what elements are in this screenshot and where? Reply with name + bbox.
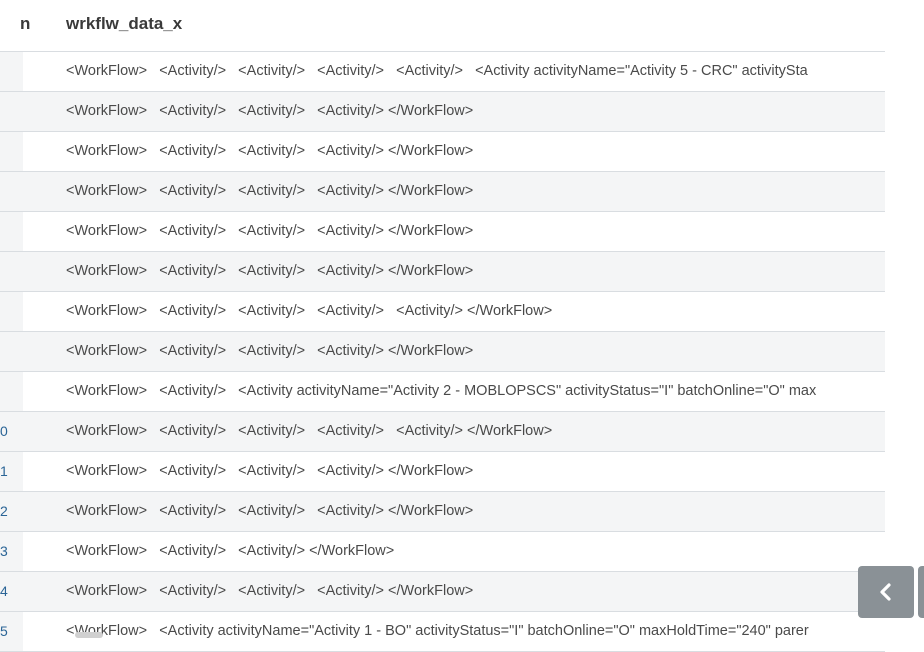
row-index[interactable]: 4 bbox=[0, 583, 8, 599]
workflow-cell[interactable]: <WorkFlow> <Activity/> <Activity/> <Acti… bbox=[66, 463, 885, 479]
chevron-left-icon bbox=[880, 583, 891, 601]
row-index-cell bbox=[0, 332, 23, 371]
workflow-cell[interactable]: <WorkFlow> <Activity/> <Activity/> <Acti… bbox=[66, 423, 885, 439]
row-index[interactable]: 3 bbox=[0, 543, 8, 559]
row-index-cell bbox=[0, 52, 23, 91]
workflow-cell[interactable]: <WorkFlow> <Activity/> <Activity/> <Acti… bbox=[66, 263, 885, 279]
table-row[interactable]: 0 <WorkFlow> <Activity/> <Activity/> <Ac… bbox=[0, 412, 885, 452]
table-row[interactable]: <WorkFlow> <Activity/> <Activity/> <Acti… bbox=[0, 172, 885, 212]
row-index-cell bbox=[0, 172, 23, 211]
workflow-cell[interactable]: <WorkFlow> <Activity/> <Activity/> <Acti… bbox=[66, 183, 885, 199]
table-row[interactable]: <WorkFlow> <Activity/> <Activity/> <Acti… bbox=[0, 52, 885, 92]
table-row[interactable]: <WorkFlow> <Activity/> <Activity/> <Acti… bbox=[0, 252, 885, 292]
row-index-cell bbox=[0, 372, 23, 411]
row-index-cell: 3 bbox=[0, 532, 23, 571]
table-row[interactable]: <WorkFlow> <Activity/> <Activity/> <Acti… bbox=[0, 92, 885, 132]
workflow-cell[interactable]: <WorkFlow> <Activity/> <Activity/> <Acti… bbox=[66, 223, 885, 239]
row-index-cell bbox=[0, 92, 23, 131]
table-row[interactable]: 5 <WorkFlow> <Activity activityName="Act… bbox=[0, 612, 885, 652]
row-index[interactable]: 1 bbox=[0, 463, 8, 479]
row-index-cell bbox=[0, 292, 23, 331]
row-index[interactable]: 5 bbox=[0, 623, 8, 639]
row-index-cell: 0 bbox=[0, 412, 23, 451]
workflow-cell[interactable]: <WorkFlow> <Activity/> <Activity/> <Acti… bbox=[66, 343, 885, 359]
table-body: <WorkFlow> <Activity/> <Activity/> <Acti… bbox=[0, 52, 885, 652]
row-index-cell bbox=[0, 132, 23, 171]
horizontal-scroll-thumb[interactable] bbox=[75, 632, 103, 638]
table-row[interactable]: <WorkFlow> <Activity/> <Activity/> <Acti… bbox=[0, 292, 885, 332]
column-header-wrkflw-data-x[interactable]: wrkflw_data_x bbox=[66, 14, 182, 34]
table-row[interactable]: <WorkFlow> <Activity/> <Activity activit… bbox=[0, 372, 885, 412]
row-index-cell: 5 bbox=[0, 612, 23, 651]
workflow-cell[interactable]: <WorkFlow> <Activity/> <Activity/> <Acti… bbox=[66, 503, 885, 519]
row-index-cell: 2 bbox=[0, 492, 23, 531]
workflow-cell[interactable]: <WorkFlow> <Activity/> <Activity/> <Acti… bbox=[66, 63, 885, 79]
workflow-cell[interactable]: <WorkFlow> <Activity/> <Activity/> </Wor… bbox=[66, 543, 885, 559]
workflow-cell[interactable]: <WorkFlow> <Activity/> <Activity/> <Acti… bbox=[66, 303, 885, 319]
prev-column-header[interactable]: n bbox=[20, 14, 30, 34]
row-index-cell: 1 bbox=[0, 452, 23, 491]
scroll-right-button[interactable] bbox=[918, 566, 924, 618]
table-header: n wrkflw_data_x bbox=[0, 0, 885, 52]
row-index[interactable]: 0 bbox=[0, 423, 8, 439]
workflow-cell[interactable]: <WorkFlow> <Activity/> <Activity/> <Acti… bbox=[66, 583, 885, 599]
table-row[interactable]: <WorkFlow> <Activity/> <Activity/> <Acti… bbox=[0, 132, 885, 172]
table-row[interactable]: <WorkFlow> <Activity/> <Activity/> <Acti… bbox=[0, 212, 885, 252]
scroll-left-button[interactable] bbox=[858, 566, 914, 618]
workflow-cell[interactable]: <WorkFlow> <Activity activityName="Activ… bbox=[66, 623, 885, 639]
row-index[interactable]: 2 bbox=[0, 503, 8, 519]
workflow-cell[interactable]: <WorkFlow> <Activity/> <Activity/> <Acti… bbox=[66, 103, 885, 119]
table-row[interactable]: 4 <WorkFlow> <Activity/> <Activity/> <Ac… bbox=[0, 572, 885, 612]
table-row[interactable]: <WorkFlow> <Activity/> <Activity/> <Acti… bbox=[0, 332, 885, 372]
table-row[interactable]: 2 <WorkFlow> <Activity/> <Activity/> <Ac… bbox=[0, 492, 885, 532]
row-index-cell bbox=[0, 252, 23, 291]
row-index-cell bbox=[0, 212, 23, 251]
workflow-cell[interactable]: <WorkFlow> <Activity/> <Activity activit… bbox=[66, 383, 885, 399]
workflow-cell[interactable]: <WorkFlow> <Activity/> <Activity/> <Acti… bbox=[66, 143, 885, 159]
table-row[interactable]: 1 <WorkFlow> <Activity/> <Activity/> <Ac… bbox=[0, 452, 885, 492]
row-index-cell: 4 bbox=[0, 572, 23, 611]
table-row[interactable]: 3 <WorkFlow> <Activity/> <Activity/> </W… bbox=[0, 532, 885, 572]
